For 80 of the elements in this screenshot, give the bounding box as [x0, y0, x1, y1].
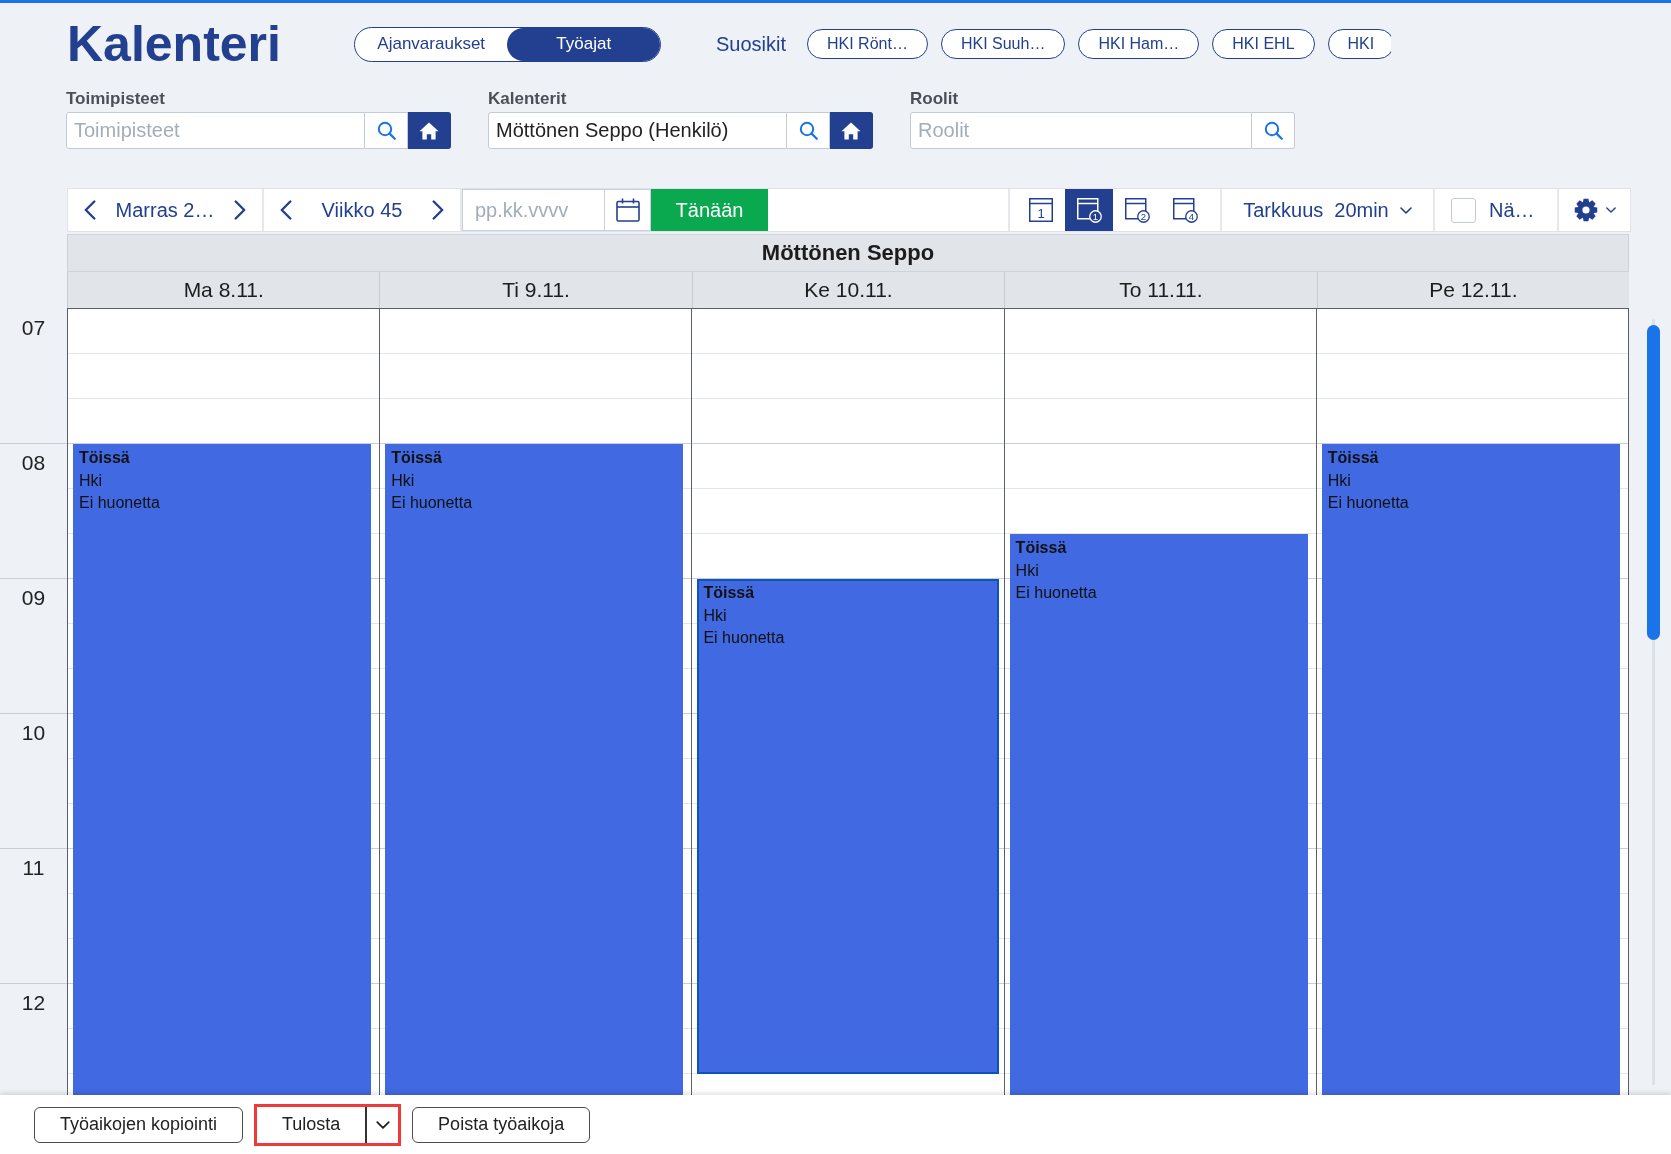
day-header: Ti 9.11.	[379, 272, 692, 308]
search-icon	[798, 121, 818, 140]
app-title: Kalenteri	[67, 16, 281, 72]
chevron-left-icon	[84, 200, 96, 220]
shift-block[interactable]: Töissä Hki Ei huonetta	[1321, 444, 1620, 1095]
shift-block[interactable]: Töissä Hki Ei huonetta	[385, 444, 684, 1095]
shift-title: Töissä	[391, 448, 442, 468]
home-icon	[841, 121, 861, 140]
hour-label: 09	[21, 586, 46, 609]
text-field[interactable]: Roolit	[910, 112, 1252, 149]
caret-down-icon	[1399, 206, 1412, 214]
home-icon	[419, 121, 439, 140]
checkbox[interactable]	[1451, 197, 1476, 223]
field-label: Roolit	[910, 89, 959, 109]
field-label: Kalenterit	[488, 89, 567, 109]
text-field[interactable]: Toimipisteet	[66, 112, 365, 149]
day-header: Ke 10.11.	[691, 272, 1005, 308]
favorite-chip[interactable]: HKI	[1327, 29, 1391, 59]
calendar-owner-header: Möttönen Seppo	[67, 234, 1629, 272]
hour-label: 08	[21, 451, 46, 474]
shift-location: Hki	[703, 605, 727, 626]
shift-title: Töissä	[1015, 538, 1067, 558]
shift-title: Töissä	[1327, 448, 1379, 468]
favorite-chip[interactable]: HKI EHL	[1212, 29, 1315, 59]
hour-label: 12	[21, 991, 46, 1014]
chevron-right-icon	[234, 200, 246, 220]
search-button[interactable]	[1252, 112, 1295, 149]
shift-block[interactable]: Töissä Hki Ei huonetta	[73, 444, 372, 1095]
shift-location: Hki	[79, 470, 103, 491]
search-icon	[1263, 121, 1283, 140]
period-label: Viikko 45	[320, 198, 404, 222]
calendar-icon: 1	[1028, 197, 1054, 223]
caret-down-icon	[1605, 207, 1616, 213]
hour-label: 11	[22, 856, 45, 879]
day-header: Ma 8.11.	[67, 272, 380, 308]
view-button[interactable]: 1	[1065, 189, 1113, 231]
mode-tab[interactable]: Työajat	[507, 27, 660, 61]
shift-location: Hki	[1327, 470, 1351, 491]
search-button[interactable]	[787, 112, 830, 149]
gear-icon	[1573, 198, 1598, 222]
calendar-icon: 2	[1124, 197, 1150, 223]
hour-label: 07	[21, 316, 46, 339]
favorite-chip[interactable]: HKI Ham…	[1078, 29, 1200, 59]
favorites-label: Suosikit	[715, 32, 786, 56]
search-button[interactable]	[365, 112, 408, 149]
shift-room: Ei huonetta	[703, 628, 785, 648]
calendar-icon: 4	[1172, 197, 1198, 223]
shift-block[interactable]: Töissä Hki Ei huonetta	[1009, 534, 1308, 1095]
shift-room: Ei huonetta	[1015, 583, 1097, 603]
text-field[interactable]: Möttönen Seppo (Henkilö)	[488, 112, 787, 149]
shift-room: Ei huonetta	[1327, 493, 1409, 513]
period-label: Marras 2…	[114, 198, 216, 222]
chevron-right-icon	[432, 200, 444, 220]
home-button[interactable]	[408, 112, 451, 149]
mode-tab[interactable]: Ajanvaraukset	[354, 27, 508, 61]
home-button[interactable]	[830, 112, 873, 149]
shift-location: Hki	[391, 470, 415, 491]
footer-button[interactable]: Työaikojen kopiointi	[34, 1106, 244, 1143]
calendar-icon	[615, 198, 640, 222]
footer-button[interactable]: Poista työaikoja	[412, 1106, 591, 1143]
shift-room: Ei huonetta	[391, 493, 473, 513]
checkbox-label: Nä…	[1489, 198, 1535, 222]
favorite-chip[interactable]: HKI Rönt…	[807, 29, 928, 59]
shift-title: Töissä	[79, 448, 130, 468]
chevron-left-icon	[280, 200, 292, 220]
shift-block[interactable]: Töissä Hki Ei huonetta	[697, 579, 999, 1074]
day-header: To 11.11.	[1004, 272, 1317, 308]
shift-room: Ei huonetta	[79, 493, 160, 513]
favorite-chip[interactable]: HKI Suuh…	[940, 29, 1066, 59]
caret-down-icon	[375, 1120, 390, 1129]
day-header: Pe 12.11.	[1316, 272, 1630, 308]
hour-label: 10	[21, 721, 46, 744]
date-field[interactable]: pp.kk.vvvv	[462, 189, 605, 231]
shift-title: Töissä	[703, 583, 755, 603]
calendar-icon: 1	[1076, 197, 1102, 223]
scrollbar-thumb[interactable]	[1647, 325, 1660, 640]
date-picker-button[interactable]	[605, 189, 651, 231]
field-label: Toimipisteet	[66, 89, 165, 109]
shift-location: Hki	[1015, 560, 1039, 581]
search-icon	[376, 121, 396, 140]
